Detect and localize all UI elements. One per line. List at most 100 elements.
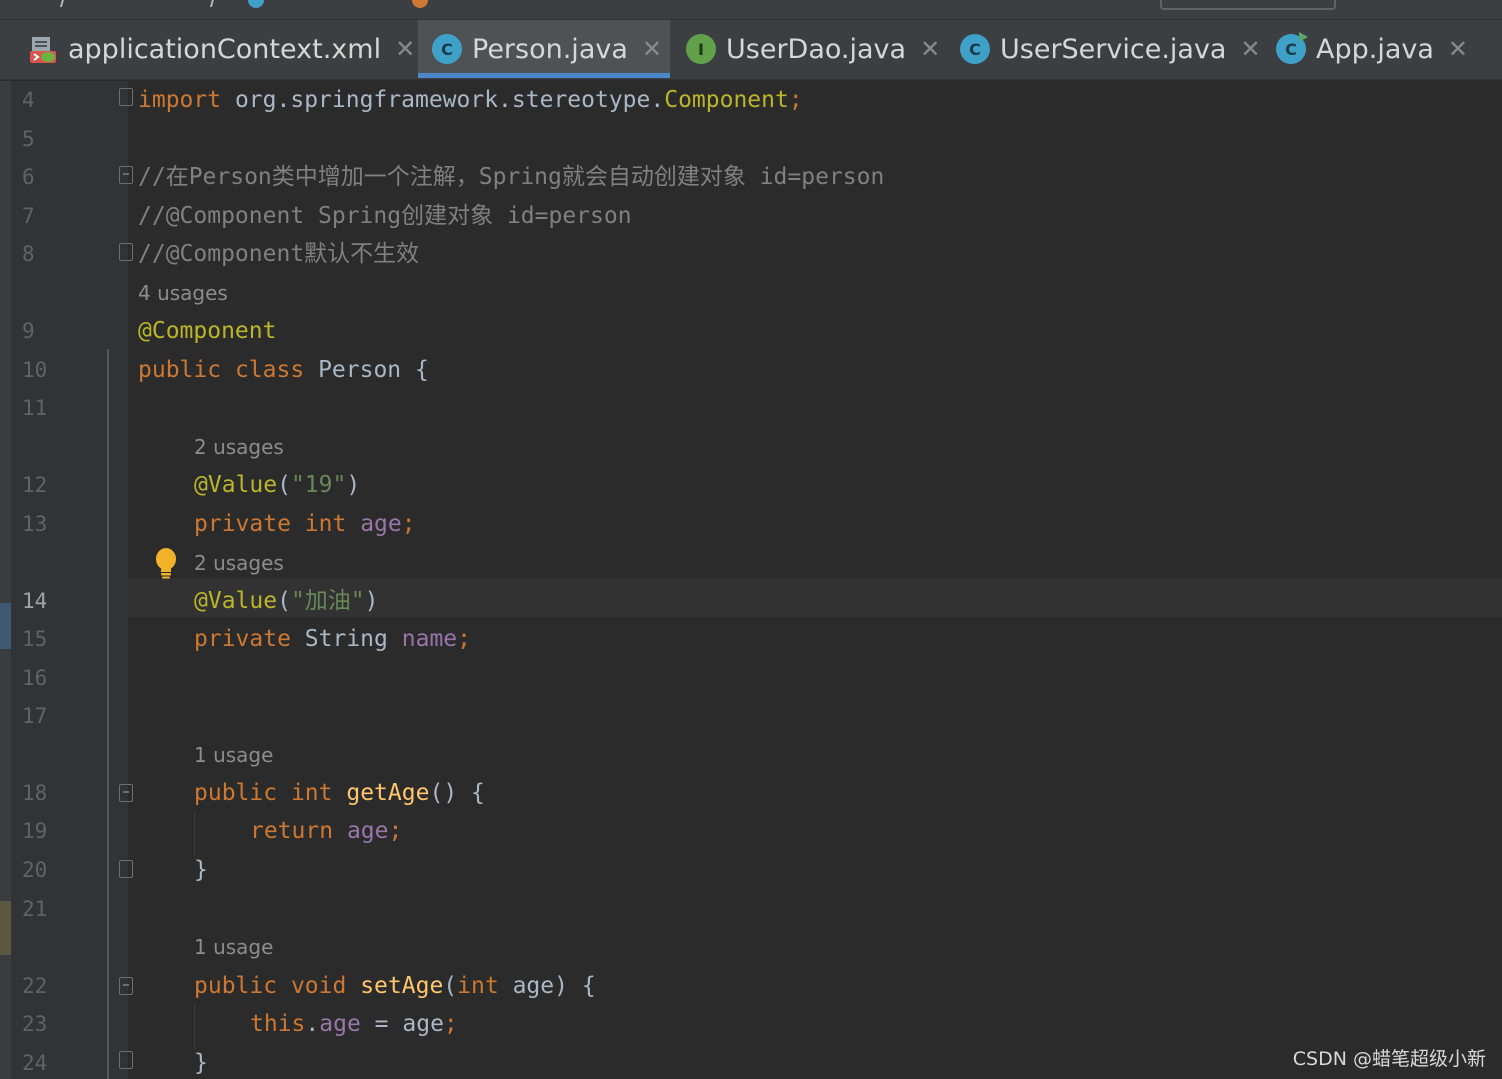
code-text[interactable]: }	[194, 1044, 208, 1079]
code-line[interactable]: 19 return age;	[0, 812, 1502, 851]
close-icon[interactable]: ✕	[1240, 35, 1260, 63]
tab-label: App.java	[1316, 33, 1434, 65]
usages-hint[interactable]: 2 usages	[194, 428, 284, 467]
code-line[interactable]: 12 @Value("19")	[0, 466, 1502, 505]
usage-hint-row[interactable]: 1 usage	[0, 928, 1502, 967]
code-editor[interactable]: 4 import org.springframework.stereotype.C…	[0, 81, 1502, 1079]
tab-label: UserService.java	[1000, 33, 1227, 65]
code-line[interactable]: 8 //@Component默认不生效	[0, 235, 1502, 274]
code-line[interactable]: 17	[0, 697, 1502, 736]
close-icon[interactable]: ✕	[920, 35, 940, 63]
code-line[interactable]: 14 @Value("加油")	[0, 582, 1502, 621]
watermark: CSDN @蜡笔超级小新	[1292, 1048, 1486, 1070]
line-number: 5	[22, 127, 35, 151]
code-text[interactable]: return age;	[250, 812, 402, 851]
tab-userservice-java[interactable]: C UserService.java ✕	[946, 20, 1261, 78]
code-text[interactable]: this.age = age;	[250, 1005, 458, 1044]
usages-hint[interactable]: 1 usage	[194, 736, 273, 775]
line-number: 7	[22, 204, 35, 228]
usage-hint-row[interactable]: 2 usages	[0, 544, 1502, 583]
code-text[interactable]: private int age;	[194, 505, 416, 544]
line-number: 18	[22, 781, 48, 805]
tab-label: Person.java	[472, 33, 628, 65]
code-text[interactable]: public class Person {	[138, 351, 429, 390]
usages-hint[interactable]: 2 usages	[194, 544, 284, 583]
class-icon: C	[432, 34, 462, 64]
run-config-selector[interactable]	[1160, 0, 1336, 10]
code-line[interactable]: 13 private int age;	[0, 505, 1502, 544]
class-letter: C	[1285, 39, 1297, 59]
line-number: 23	[22, 1012, 48, 1036]
line-number: 21	[22, 897, 48, 921]
line-number: 22	[22, 974, 48, 998]
code-text[interactable]: public int getAge() {	[194, 774, 485, 813]
usages-hint[interactable]: 1 usage	[194, 928, 273, 967]
usage-hint-row[interactable]: 4 usages	[0, 274, 1502, 313]
code-line[interactable]: 22 public void setAge(int age) {	[0, 967, 1502, 1006]
code-line[interactable]: 21	[0, 890, 1502, 929]
code-text[interactable]: @Component	[138, 312, 276, 351]
line-number: 9	[22, 319, 35, 343]
xml-file-icon	[28, 34, 58, 64]
code-line[interactable]: 6 //在Person类中增加一个注解，Spring就会自动创建对象 id=per…	[0, 158, 1502, 197]
tab-app-java[interactable]: C App.java ✕	[1262, 20, 1496, 78]
runnable-class-icon: C	[1276, 32, 1308, 64]
close-icon[interactable]: ✕	[395, 35, 415, 63]
code-line[interactable]: 4 import org.springframework.stereotype.C…	[0, 81, 1502, 120]
class-icon: C	[960, 34, 990, 64]
code-text[interactable]: }	[194, 851, 208, 890]
breadcrumb-fragment: /	[210, 0, 217, 14]
line-number: 4	[22, 88, 35, 112]
run-marker-icon	[1299, 32, 1308, 42]
code-line[interactable]: 10 public class Person {	[0, 351, 1502, 390]
interface-icon: I	[686, 34, 716, 64]
line-number: 11	[22, 396, 48, 420]
line-number: 16	[22, 666, 48, 690]
tab-person-java[interactable]: C Person.java ✕	[418, 20, 670, 78]
close-icon[interactable]: ✕	[1448, 35, 1468, 63]
tab-label: UserDao.java	[726, 33, 907, 65]
code-line[interactable]: 18 public int getAge() {	[0, 774, 1502, 813]
line-number: 10	[22, 358, 48, 382]
line-number: 12	[22, 473, 48, 497]
line-number: 8	[22, 242, 35, 266]
code-line[interactable]: 16	[0, 659, 1502, 698]
line-number: 13	[22, 512, 48, 536]
code-line[interactable]: 11	[0, 389, 1502, 428]
code-line[interactable]: 24}	[0, 1044, 1502, 1079]
code-line[interactable]: 15 private String name;	[0, 620, 1502, 659]
method-icon	[412, 0, 428, 8]
tab-label: applicationContext.xml	[68, 33, 382, 65]
class-icon	[248, 0, 264, 8]
line-number: 17	[22, 704, 48, 728]
code-text[interactable]: //@Component默认不生效	[138, 235, 419, 274]
code-text[interactable]: public void setAge(int age) {	[194, 967, 596, 1006]
close-icon[interactable]: ✕	[642, 35, 662, 63]
line-number: 19	[22, 819, 48, 843]
code-text[interactable]: private String name;	[194, 620, 471, 659]
code-text[interactable]: //在Person类中增加一个注解，Spring就会自动创建对象 id=pers…	[138, 158, 884, 197]
line-number: 20	[22, 858, 48, 882]
code-line[interactable]: 23 this.age = age;	[0, 1005, 1502, 1044]
code-line[interactable]: 5	[0, 120, 1502, 159]
usage-hint-row[interactable]: 2 usages	[0, 428, 1502, 467]
breadcrumb-bar: / /	[0, 0, 1502, 20]
tab-applicationcontext-xml[interactable]: applicationContext.xml ✕	[14, 20, 415, 78]
code-text[interactable]: //@Component Spring创建对象 id=person	[138, 197, 632, 236]
usages-hint[interactable]: 4 usages	[138, 274, 228, 313]
line-number: 24	[22, 1051, 48, 1075]
editor-tab-bar: applicationContext.xml ✕ C Person.java ✕…	[0, 20, 1502, 80]
usage-hint-row[interactable]: 1 usage	[0, 736, 1502, 775]
code-text[interactable]: import org.springframework.stereotype.Co…	[138, 81, 803, 120]
breadcrumb-fragment: /	[60, 0, 67, 14]
code-line[interactable]: 9 @Component	[0, 312, 1502, 351]
code-text[interactable]: @Value("加油")	[194, 582, 379, 621]
code-line[interactable]: 20}	[0, 851, 1502, 890]
line-number: 14	[22, 589, 48, 613]
code-line[interactable]: 7 //@Component Spring创建对象 id=person	[0, 197, 1502, 236]
tab-userdao-java[interactable]: I UserDao.java ✕	[672, 20, 942, 78]
line-number: 6	[22, 165, 35, 189]
line-number: 15	[22, 627, 48, 651]
code-text[interactable]: @Value("19")	[194, 466, 360, 505]
lightbulb-icon[interactable]	[152, 547, 180, 579]
